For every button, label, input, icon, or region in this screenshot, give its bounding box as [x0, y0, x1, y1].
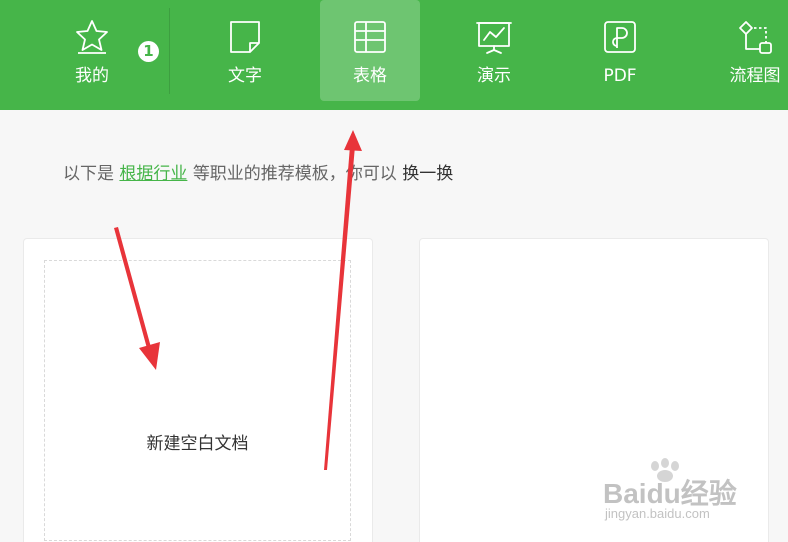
tab-label: 流程图 [729, 66, 781, 86]
tab-mine[interactable]: 1 我的 [42, 0, 159, 110]
app-window: 1 我的 文字 表格 演示 PDF 流程图 以下是 根据行业 等职业的推荐模板，… [0, 0, 788, 542]
flowchart-icon [736, 18, 774, 56]
recommend-middle: 等职业的推荐模板，你可以 [192, 164, 397, 184]
tab-divider [169, 8, 170, 94]
watermark-url: jingyan.baidu.com [605, 506, 710, 521]
tab-label: 文字 [228, 66, 262, 86]
top-tab-bar: 1 我的 文字 表格 演示 PDF 流程图 [0, 0, 788, 110]
new-blank-document-button[interactable]: 新建空白文档 [44, 260, 351, 541]
notification-badge: 1 [138, 41, 159, 62]
swap-button[interactable]: 换一换 [402, 164, 453, 184]
tab-label: 我的 [75, 66, 109, 86]
tab-label: 演示 [477, 66, 511, 86]
recommend-prefix: 以下是 [63, 164, 114, 184]
spreadsheet-icon [351, 18, 389, 56]
template-card-blank: 新建空白文档 [23, 238, 373, 542]
recommend-line: 以下是 根据行业 等职业的推荐模板，你可以 换一换 [63, 162, 453, 186]
tab-flowchart[interactable]: 流程图 [705, 0, 788, 110]
new-blank-document-label: 新建空白文档 [146, 434, 249, 454]
tab-label: PDF [603, 66, 637, 86]
presentation-icon [475, 18, 513, 56]
star-icon [73, 18, 111, 56]
tab-spreadsheet[interactable]: 表格 [320, 0, 420, 110]
tab-writer[interactable]: 文字 [195, 0, 295, 110]
baidu-jingyan-watermark: Baidu经验 jingyan.baidu.com [603, 458, 783, 528]
document-icon [226, 18, 264, 56]
pdf-icon [601, 18, 639, 56]
tab-presentation[interactable]: 演示 [444, 0, 544, 110]
tab-pdf[interactable]: PDF [570, 0, 670, 110]
industry-link[interactable]: 根据行业 [119, 164, 187, 184]
tab-label: 表格 [353, 66, 387, 86]
